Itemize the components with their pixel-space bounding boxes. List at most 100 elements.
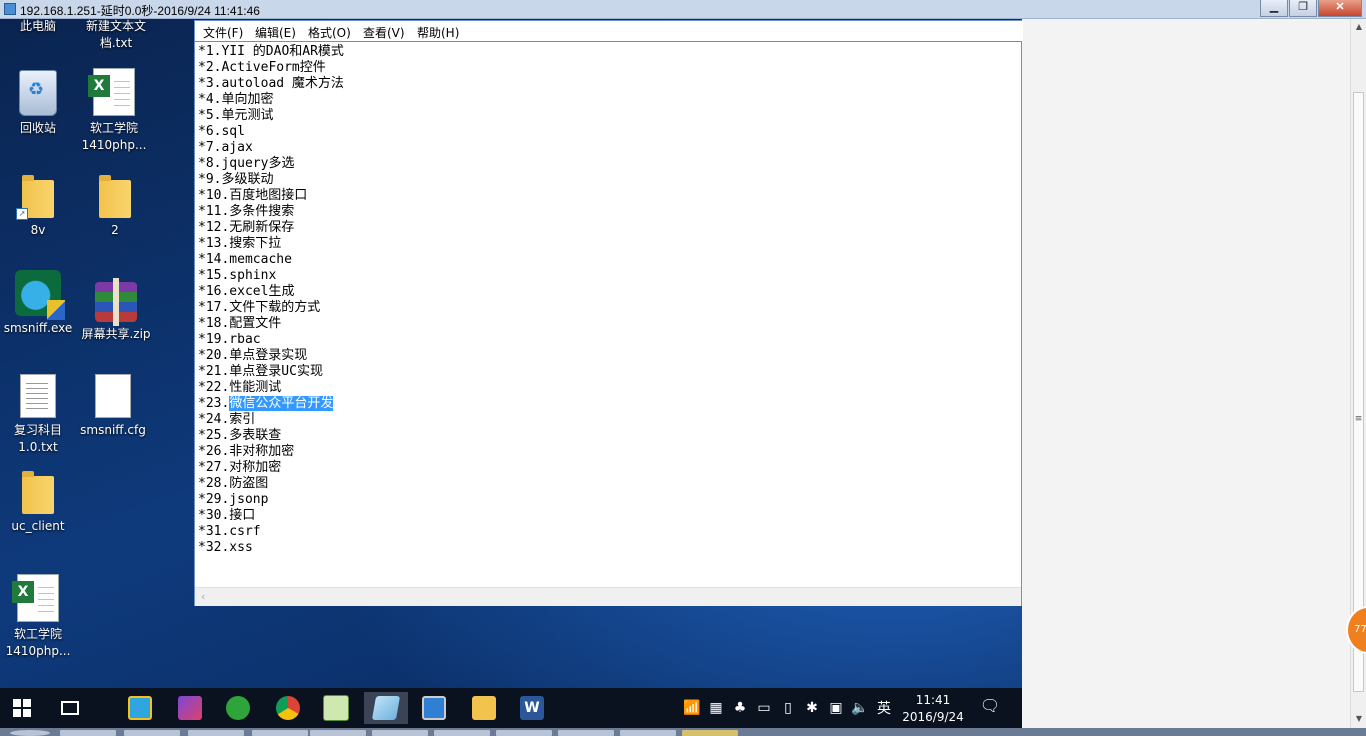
clock-time: 11:41 bbox=[915, 693, 951, 707]
scroll-down-arrow-icon[interactable]: ▼ bbox=[1351, 712, 1366, 726]
menu-format[interactable]: 格式(O) bbox=[308, 24, 351, 41]
text-line: *6.sql bbox=[198, 124, 245, 139]
selected-text[interactable]: 微信公众平台开发 bbox=[229, 396, 334, 411]
app-tray-icon[interactable]: ♣ bbox=[728, 700, 752, 716]
text-line: *27.对称加密 bbox=[198, 460, 282, 475]
menu-help[interactable]: 帮助(H) bbox=[417, 24, 459, 41]
text-line: *17.文件下载的方式 bbox=[198, 300, 321, 315]
action-center-icon[interactable]: 🗨 bbox=[978, 696, 1002, 718]
network-share-icon[interactable]: ▦ bbox=[704, 700, 728, 716]
desktop-icon-label: smsniff.exe bbox=[3, 321, 73, 335]
local-taskbar-item[interactable] bbox=[124, 730, 180, 736]
taskbar-app-frog[interactable] bbox=[216, 692, 260, 724]
local-taskbar-item[interactable] bbox=[310, 730, 366, 736]
folder-icon bbox=[99, 175, 131, 218]
desktop-icon-this-pc[interactable]: 此电脑 bbox=[0, 18, 76, 35]
local-taskbar-item[interactable] bbox=[496, 730, 552, 736]
desktop-icon-zip[interactable]: 屏幕共享.zip bbox=[78, 278, 154, 343]
taskbar-app-file-explorer[interactable] bbox=[462, 692, 506, 724]
maximize-button[interactable]: ❐ bbox=[1289, 0, 1317, 17]
local-taskbar-item[interactable] bbox=[372, 730, 428, 736]
taskbar-app-qq-browser[interactable] bbox=[118, 692, 162, 724]
local-taskbar-item[interactable] bbox=[682, 730, 738, 736]
taskbar-app-notepad-plus[interactable] bbox=[314, 692, 358, 724]
taskbar-app-chrome[interactable] bbox=[266, 692, 310, 724]
menu-view[interactable]: 查看(V) bbox=[363, 24, 405, 41]
word-icon: W bbox=[520, 696, 544, 720]
scrollbar-thumb[interactable] bbox=[1353, 92, 1364, 692]
usb-icon[interactable]: ▯ bbox=[776, 700, 800, 716]
desktop-icon-folder-2[interactable]: 2 bbox=[77, 175, 153, 239]
desktop-icon-label: 屏幕共享.zip bbox=[81, 327, 151, 341]
text-line: *5.单元测试 bbox=[198, 108, 274, 123]
desktop-icon-label: uc_client bbox=[11, 519, 65, 533]
desktop-icon-label: 回收站 bbox=[19, 121, 56, 135]
menu-edit[interactable]: 编辑(E) bbox=[255, 24, 296, 41]
taskbar-clock[interactable]: 11:41 2016/9/24 bbox=[900, 692, 966, 726]
text-line: *14.memcache bbox=[198, 252, 292, 267]
local-taskbar-item[interactable] bbox=[60, 730, 116, 736]
desktop-icon-uc-client[interactable]: uc_client bbox=[0, 471, 76, 535]
ime-indicator[interactable]: 英 bbox=[872, 698, 896, 718]
desktop-icon-excel-2[interactable]: 软工学院1410php... bbox=[0, 574, 76, 660]
start-button[interactable] bbox=[0, 692, 44, 724]
desktop-icon-recycle-bin[interactable]: 回收站 bbox=[0, 70, 76, 137]
minimize-button[interactable]: ▁ bbox=[1260, 0, 1288, 17]
desktop-icon-8v[interactable]: ↗ 8v bbox=[0, 175, 76, 239]
local-taskbar-item[interactable] bbox=[434, 730, 490, 736]
folder-icon bbox=[22, 471, 54, 514]
frog-app-icon bbox=[226, 696, 250, 720]
local-start-icon[interactable] bbox=[10, 730, 50, 736]
remote-window-title: 192.168.1.251-延时0.0秒-2016/9/24 11:41:46 bbox=[20, 4, 260, 18]
taskbar-app-notepad[interactable] bbox=[364, 692, 408, 724]
local-taskbar-item[interactable] bbox=[620, 730, 676, 736]
battery-icon[interactable]: ▭ bbox=[752, 700, 776, 716]
menu-file[interactable]: 文件(F) bbox=[203, 24, 243, 41]
file-explorer-icon bbox=[472, 696, 496, 720]
close-button[interactable]: ✕ bbox=[1318, 0, 1362, 17]
right-blank-area bbox=[1022, 18, 1350, 728]
text-line: *9.多级联动 bbox=[198, 172, 274, 187]
text-line: *22.性能测试 bbox=[198, 380, 282, 395]
text-file-icon bbox=[20, 374, 56, 418]
task-view-button[interactable] bbox=[48, 692, 92, 724]
excel-file-icon bbox=[88, 68, 135, 116]
smsniff-app-icon bbox=[15, 270, 65, 320]
text-line: *25.多表联查 bbox=[198, 428, 282, 443]
folder-shortcut-icon: ↗ bbox=[16, 175, 54, 220]
selected-line-prefix: *23. bbox=[198, 396, 230, 411]
rar-archive-icon bbox=[95, 278, 137, 326]
clock-date: 2016/9/24 bbox=[902, 710, 964, 724]
excel-file-icon bbox=[12, 574, 59, 622]
desktop-icon-excel-1[interactable]: 软工学院1410php... bbox=[76, 68, 152, 154]
horizontal-scrollbar[interactable]: ‹ bbox=[195, 587, 1021, 606]
desktop-icon-new-text[interactable]: 新建文本文档.txt bbox=[78, 18, 154, 52]
desktop-icon-review-txt[interactable]: 复习科目1.0.txt bbox=[0, 374, 76, 456]
task-view-icon bbox=[61, 701, 79, 715]
wifi-icon[interactable]: 📶 bbox=[680, 700, 704, 716]
taskbar-app-word[interactable]: W bbox=[510, 692, 554, 724]
windows-logo-icon bbox=[13, 699, 31, 717]
local-taskbar-item[interactable] bbox=[252, 730, 308, 736]
text-line: *10.百度地图接口 bbox=[198, 188, 308, 203]
display-icon[interactable]: ▣ bbox=[824, 700, 848, 716]
remote-window-titlebar[interactable]: 192.168.1.251-延时0.0秒-2016/9/24 11:41:46 … bbox=[0, 0, 1366, 19]
text-line: *12.无刷新保存 bbox=[198, 220, 295, 235]
text-editor[interactable]: *1.YII 的DAO和AR模式 *2.ActiveForm控件 *3.auto… bbox=[198, 44, 1018, 589]
cfg-file-icon bbox=[95, 374, 131, 418]
desktop-icon-smsniff-cfg[interactable]: smsniff.cfg bbox=[75, 374, 151, 439]
local-taskbar-item[interactable] bbox=[188, 730, 244, 736]
desktop-icon-smsniff-exe[interactable]: smsniff.exe bbox=[0, 270, 76, 337]
volume-icon[interactable]: 🔈 bbox=[848, 700, 872, 716]
taskbar-app-remote-desktop[interactable] bbox=[412, 692, 456, 724]
text-line-selected: *23.微信公众平台开发 bbox=[198, 396, 1018, 412]
desktop-icon-label: 2 bbox=[111, 223, 119, 237]
local-taskbar-item[interactable] bbox=[558, 730, 614, 736]
text-line: *2.ActiveForm控件 bbox=[198, 60, 326, 75]
scroll-left-arrow-icon[interactable]: ‹ bbox=[201, 590, 205, 603]
scroll-up-arrow-icon[interactable]: ▲ bbox=[1351, 20, 1366, 34]
notepad-window[interactable]: 文件(F) 编辑(E) 格式(O) 查看(V) 帮助(H) *1.YII 的DA… bbox=[194, 20, 1023, 606]
desktop-icon-label: 8v bbox=[30, 223, 46, 237]
taskbar-app-phpstorm[interactable] bbox=[168, 692, 212, 724]
bluetooth-icon[interactable]: ✱ bbox=[800, 700, 824, 716]
